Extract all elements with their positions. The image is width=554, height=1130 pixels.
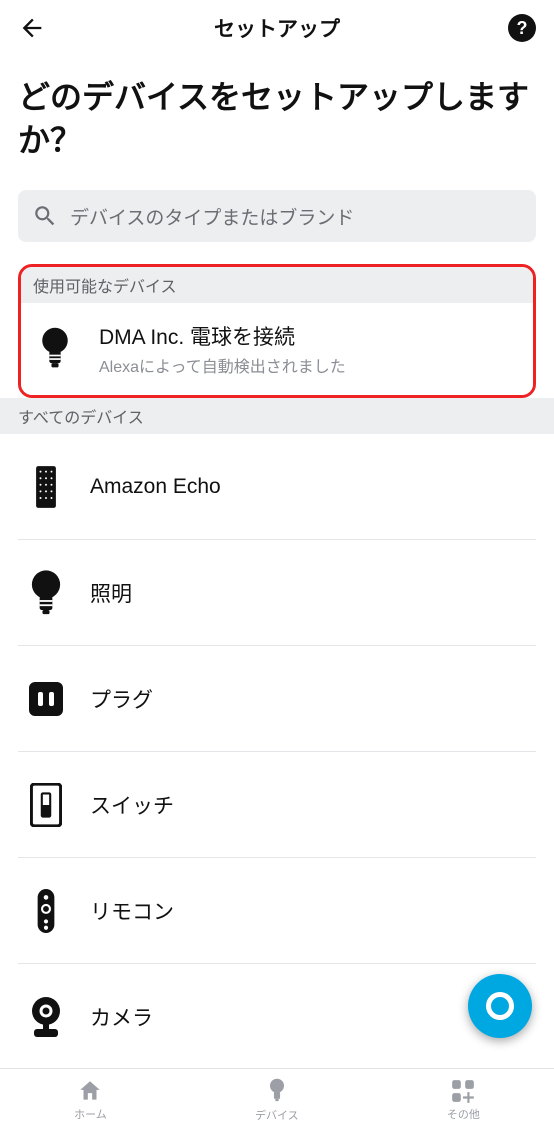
bulb-icon [35, 326, 75, 372]
device-row-remote[interactable]: リモコン [18, 858, 536, 964]
nav-more[interactable]: その他 [447, 1078, 480, 1122]
available-device-texts: DMA Inc. 電球を接続 Alexaによって自動検出されました [99, 321, 519, 377]
device-label: スイッチ [90, 790, 174, 820]
device-label: カメラ [90, 1002, 153, 1032]
device-label: Amazon Echo [90, 475, 221, 499]
remote-icon [26, 888, 66, 934]
device-row-camera[interactable]: カメラ [18, 964, 536, 1070]
device-row-light[interactable]: 照明 [18, 540, 536, 646]
alexa-fab[interactable] [468, 974, 532, 1038]
device-label: プラグ [90, 684, 153, 714]
search-placeholder: デバイスのタイプまたはブランド [70, 203, 354, 230]
available-device-row[interactable]: DMA Inc. 電球を接続 Alexaによって自動検出されました [21, 303, 533, 395]
device-row-plug[interactable]: プラグ [18, 646, 536, 752]
search-icon [32, 203, 58, 229]
page-heading: どのデバイスをセットアップしますか？ [0, 56, 554, 190]
camera-icon [26, 996, 66, 1038]
nav-devices-label: デバイス [255, 1107, 299, 1123]
switch-icon [26, 783, 66, 827]
available-device-subtitle: Alexaによって自動検出されました [99, 353, 519, 377]
bulb-icon [26, 569, 66, 617]
device-row-echo[interactable]: Amazon Echo [18, 434, 536, 540]
header: セットアップ ? [0, 0, 554, 56]
header-title: セットアップ [214, 13, 340, 43]
section-all-label: すべてのデバイス [0, 398, 554, 434]
bottom-nav: ホーム デバイス その他 [0, 1068, 554, 1130]
device-list: Amazon Echo 照明 プラグ [0, 434, 554, 1070]
available-device-title: DMA Inc. 電球を接続 [99, 321, 519, 351]
back-button[interactable] [18, 14, 46, 42]
available-device-highlight: 使用可能なデバイス DMA Inc. 電球を接続 Alexaによって自動検出され… [18, 264, 536, 398]
nav-devices[interactable]: デバイス [255, 1077, 299, 1123]
echo-icon [26, 465, 66, 509]
grid-plus-icon [450, 1078, 476, 1104]
device-label: 照明 [90, 578, 132, 608]
nav-home-label: ホーム [74, 1106, 107, 1122]
arrow-left-icon [18, 14, 46, 42]
section-available-label: 使用可能なデバイス [21, 267, 533, 303]
nav-more-label: その他 [447, 1106, 480, 1122]
plug-icon [26, 679, 66, 719]
nav-home[interactable]: ホーム [74, 1078, 107, 1122]
device-row-switch[interactable]: スイッチ [18, 752, 536, 858]
search-input[interactable]: デバイスのタイプまたはブランド [18, 190, 536, 242]
question-mark-icon: ? [517, 18, 528, 39]
bulb-icon [266, 1077, 288, 1105]
device-label: リモコン [90, 896, 174, 926]
alexa-ring-icon [486, 992, 514, 1020]
help-button[interactable]: ? [508, 14, 536, 42]
home-icon [77, 1078, 103, 1104]
